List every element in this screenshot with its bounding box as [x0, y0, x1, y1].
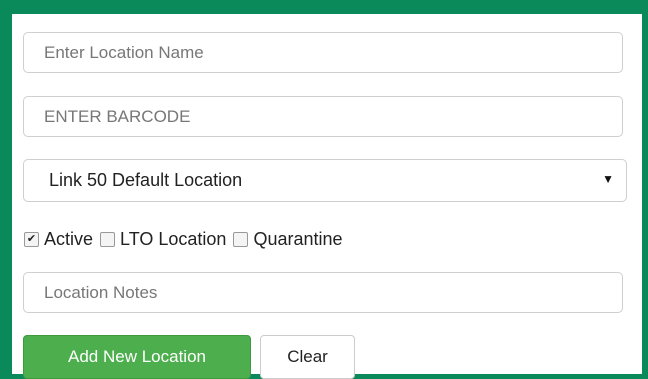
lto-location-checkbox[interactable]: [100, 231, 116, 247]
clear-button[interactable]: Clear: [260, 335, 355, 379]
chevron-down-icon: ▼: [602, 172, 614, 186]
quarantine-label: Quarantine: [253, 228, 343, 249]
check-icon: ✔: [26, 232, 37, 245]
location-notes-input[interactable]: [23, 272, 623, 313]
active-label: Active: [44, 228, 94, 249]
default-location-value: Link 50 Default Location: [49, 170, 243, 190]
quarantine-checkbox[interactable]: [233, 231, 249, 247]
add-new-location-button[interactable]: Add New Location: [23, 335, 251, 379]
add-location-form: Link 50 Default Location ▼ ✔ Active LTO …: [12, 14, 642, 379]
default-location-select[interactable]: Link 50 Default Location ▼: [23, 159, 627, 202]
location-name-input[interactable]: [23, 32, 623, 73]
active-checkbox[interactable]: ✔: [24, 231, 39, 247]
barcode-input[interactable]: [23, 96, 623, 137]
lto-location-label: LTO Location: [120, 228, 227, 249]
location-flags: ✔ Active LTO Location Quarantine: [24, 227, 350, 251]
